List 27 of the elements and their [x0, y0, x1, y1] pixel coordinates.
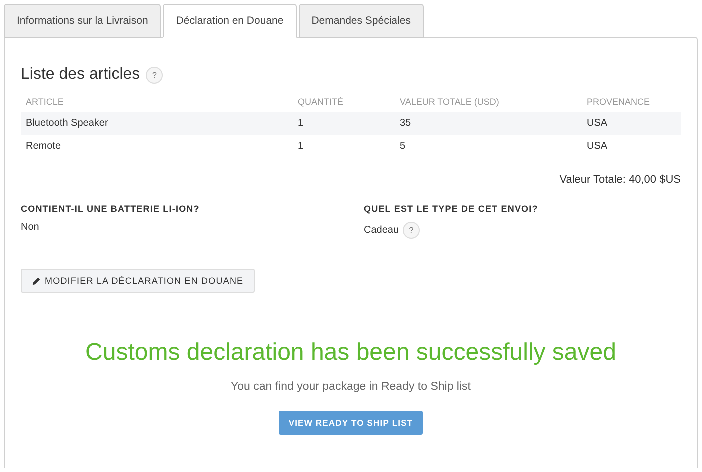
total-value: Valeur Totale: 40,00 $US	[560, 174, 681, 186]
help-icon[interactable]: ?	[146, 66, 164, 84]
pencil-icon	[32, 276, 41, 286]
table-cell: USA	[582, 112, 681, 135]
success-hint: You can find your package in Ready to Ship list	[231, 381, 471, 393]
edit-declaration-button[interactable]: MODIFIER LA DÉCLARATION EN DOUANE	[21, 269, 255, 293]
field-label: CONTIENT-IL UNE BATTERIE LI-ION?	[21, 204, 201, 214]
table-cell: 1	[293, 112, 395, 135]
column-header: PROVENANCE	[582, 94, 681, 112]
success-message: Customs declaration has been successfully saved	[86, 339, 616, 367]
field-value: Non	[21, 222, 40, 233]
column-header: QUANTITÉ	[293, 94, 395, 112]
field-label: QUEL EST LE TYPE DE CET ENVOI?	[364, 204, 540, 214]
tab[interactable]: Demandes Spéciales	[298, 4, 424, 38]
tab[interactable]: Déclaration en Douane	[163, 4, 297, 38]
table-cell: 35	[395, 112, 582, 135]
table-cell: 5	[395, 135, 582, 158]
field-value: Cadeau	[364, 225, 400, 236]
column-header: ARTICLE	[21, 94, 293, 112]
table-cell: 1	[293, 135, 395, 158]
table-cell: Remote	[21, 135, 293, 158]
column-header: VALEUR TOTALE (USD)	[395, 94, 582, 112]
section-title: Liste des articles	[21, 66, 140, 84]
table-cell: USA	[582, 135, 681, 158]
help-icon[interactable]: ?	[403, 222, 420, 239]
table-cell: Bluetooth Speaker	[21, 112, 293, 135]
tab[interactable]: Informations sur la Livraison	[4, 4, 162, 38]
